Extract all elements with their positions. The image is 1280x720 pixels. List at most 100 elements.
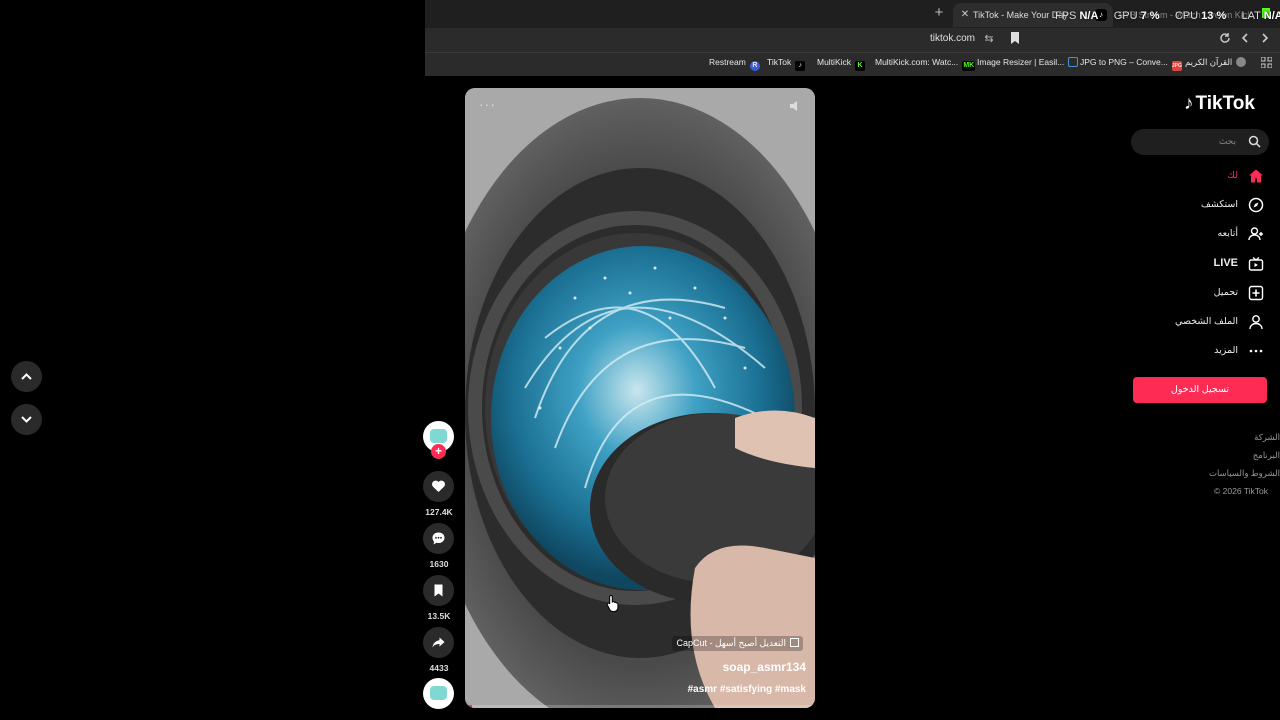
sidebar-item-upload[interactable]: تحميل [1150, 283, 1268, 305]
compass-icon [1248, 197, 1264, 213]
following-icon [1248, 227, 1263, 241]
bookmark-image-resizer[interactable]: Image Resizer | Easil... [977, 57, 1079, 67]
site-settings-icon[interactable]: ⇆ [982, 32, 996, 46]
comment-count: 1630 [429, 559, 449, 569]
bookmark-tiktok[interactable]: TikTok ♪ [767, 57, 806, 71]
cpu-value: 13 % [1201, 10, 1227, 22]
share-count: 4433 [429, 663, 449, 673]
bookmark-quran[interactable]: القرآن الكريم [1185, 57, 1247, 68]
share-button[interactable] [423, 627, 454, 658]
tiktok-icon: ♪ [795, 61, 806, 71]
sidebar-item-live[interactable]: LIVE [1150, 254, 1268, 276]
capcut-icon [790, 638, 799, 647]
video-player[interactable]: ··· CapCut - التعديل أصبح أسهل soap_asmr… [465, 88, 815, 708]
bookmark-jpg-to-png[interactable]: JPG to PNG – Conve... JPG [1080, 57, 1182, 71]
bookmark-multikick-watch[interactable]: MultiKick.com: Watc... MK [875, 57, 976, 71]
bookmark-restream[interactable]: Restream R [709, 57, 760, 71]
performance-overlay: FPS N/A GPU 7 % CPU 13 % LAT N/A [1055, 10, 1280, 22]
reload-icon[interactable] [1218, 32, 1232, 46]
jpg-png-icon: JPG [1171, 61, 1182, 71]
close-tab-icon[interactable]: ✕ [959, 3, 971, 27]
chevron-down-icon [21, 416, 32, 423]
gpu-label: GPU [1113, 10, 1138, 22]
image-resizer-icon [1068, 57, 1079, 67]
address-bar[interactable] [425, 28, 1280, 52]
tiktok-logo[interactable]: ♪ TikTok [1184, 93, 1255, 115]
live-icon [1248, 256, 1264, 271]
home-icon [1249, 169, 1263, 183]
sound-image [430, 686, 447, 700]
sidebar-item-label: الملف الشخصي [1175, 316, 1238, 327]
sidebar-item-profile[interactable]: الملف الشخصي [1150, 312, 1268, 334]
gpu-value: 7 % [1140, 10, 1160, 22]
footer-copyright: © 2026 TikTok [1214, 486, 1268, 496]
next-video-button[interactable] [11, 404, 42, 435]
video-options-icon[interactable]: ··· [479, 96, 496, 112]
like-button[interactable] [423, 471, 454, 502]
new-tab-button[interactable]: + [930, 4, 948, 22]
bookmark-label: MultiKick.com: Watc... [875, 57, 959, 67]
save-count: 13.5K [427, 611, 451, 621]
sidebar-item-label: لك [1227, 170, 1238, 181]
restream-icon: R [749, 61, 760, 71]
login-button[interactable]: تسجيل الدخول [1133, 377, 1267, 403]
sidebar-item-for-you[interactable]: لك [1150, 166, 1268, 188]
bookmark-label: MultiKick [817, 57, 852, 67]
more-icon [1249, 349, 1263, 353]
tab-title: TikTok - Make Your Day [973, 10, 1068, 20]
search-input[interactable]: بحث [1131, 129, 1269, 155]
bookmark-label: JPG to PNG – Conve... [1080, 57, 1168, 67]
comment-icon [432, 532, 445, 545]
footer-company-link[interactable]: الشركة [1254, 432, 1280, 443]
follow-button[interactable]: + [431, 444, 446, 459]
sidebar-item-following[interactable]: أتابعه [1150, 224, 1268, 246]
sidebar-item-label: LIVE [1213, 257, 1238, 269]
fps-value: N/A [1079, 10, 1099, 22]
search-placeholder: بحث [1218, 136, 1236, 146]
chevron-up-icon [21, 373, 32, 380]
avatar-image [430, 429, 447, 443]
progress-fill [465, 705, 472, 708]
profile-icon [1249, 315, 1263, 330]
lat-value: N/A [1263, 10, 1280, 22]
bookmark-multikick[interactable]: MultiKick K [817, 57, 866, 71]
screen: + ✕ TikTok - Make Your Day ♪ SYB Stream … [0, 0, 1280, 720]
search-icon[interactable] [1248, 135, 1261, 148]
video-hashtags[interactable]: #asmr #satisfying #mask [688, 684, 806, 695]
footer-terms-link[interactable]: الشروط والسياسات [1209, 468, 1280, 479]
hand-cursor-icon [606, 594, 619, 612]
logo-text: TikTok [1195, 93, 1255, 114]
comment-button[interactable] [423, 523, 454, 554]
forward-icon[interactable] [1258, 32, 1272, 46]
sidebar-item-label: أتابعه [1217, 228, 1239, 239]
url-text[interactable]: tiktok.com [930, 33, 975, 44]
video-author[interactable]: soap_asmr134 [723, 660, 806, 674]
upload-icon [1248, 285, 1264, 301]
multikick-icon: MK [962, 61, 976, 71]
volume-icon[interactable] [789, 100, 801, 112]
apps-grid-icon[interactable] [1259, 56, 1273, 71]
bookmark-star-icon[interactable] [1008, 32, 1022, 46]
tiktok-note-icon: ♪ [1184, 93, 1194, 114]
back-icon[interactable] [1238, 32, 1252, 46]
globe-icon [1236, 57, 1247, 67]
bookmark-label: Image Resizer | Easil... [977, 57, 1065, 67]
sidebar-item-more[interactable]: المزيد [1150, 341, 1268, 363]
sidebar-item-label: استكشف [1200, 199, 1238, 210]
previous-video-button[interactable] [11, 361, 42, 392]
footer-program-link[interactable]: البرنامج [1253, 450, 1280, 461]
sidebar-item-explore[interactable]: استكشف [1150, 195, 1268, 217]
heart-icon [432, 480, 445, 492]
save-button[interactable] [423, 575, 454, 606]
video-frame [465, 88, 815, 708]
capcut-badge[interactable]: CapCut - التعديل أصبح أسهل [672, 636, 803, 651]
bookmark-label: القرآن الكريم [1185, 57, 1233, 67]
lat-label: LAT [1241, 10, 1261, 22]
bookmark-label: TikTok [767, 57, 792, 67]
sound-avatar[interactable] [423, 678, 454, 709]
capcut-label: CapCut - التعديل أصبح أسهل [676, 638, 786, 648]
video-progress-bar[interactable] [465, 705, 815, 708]
share-icon [432, 637, 445, 648]
cpu-label: CPU [1174, 10, 1199, 22]
fps-label: FPS [1055, 10, 1077, 22]
